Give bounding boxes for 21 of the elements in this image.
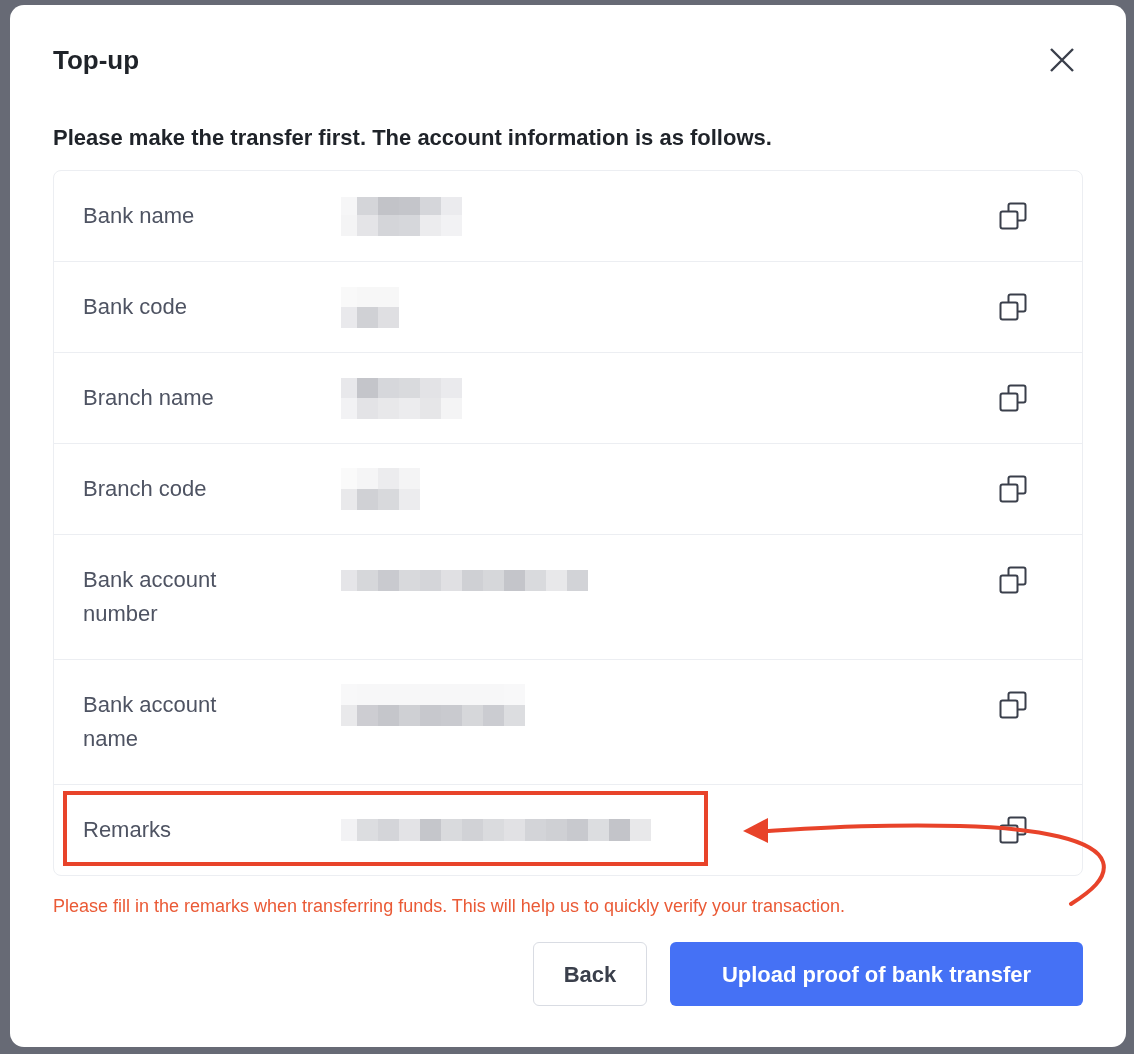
instruction-text: Please make the transfer first. The account information is as follows. bbox=[53, 124, 772, 152]
upload-button[interactable]: Upload proof of bank transfer bbox=[670, 942, 1083, 1006]
field-label: Bank name bbox=[83, 202, 195, 230]
field-label: Branch name bbox=[83, 384, 214, 412]
field-label: Branch code bbox=[83, 475, 207, 503]
dialog-title: Top-up bbox=[53, 44, 140, 77]
copy-icon[interactable] bbox=[999, 566, 1027, 594]
copy-icon[interactable] bbox=[999, 293, 1027, 321]
remarks-notice: Please fill in the remarks when transferring funds. This will help us to quickly verify your transaction. bbox=[53, 895, 845, 918]
back-button[interactable]: Back bbox=[533, 942, 647, 1006]
close-icon[interactable] bbox=[1050, 48, 1074, 72]
copy-icon[interactable] bbox=[999, 816, 1027, 844]
field-label: Remarks bbox=[83, 816, 171, 844]
copy-icon[interactable] bbox=[999, 384, 1027, 412]
copy-icon[interactable] bbox=[999, 475, 1027, 503]
pixelated-value bbox=[341, 286, 399, 328]
field-label: Bank account name bbox=[83, 691, 218, 753]
copy-icon[interactable] bbox=[999, 202, 1027, 230]
field-label: Bank account number bbox=[83, 566, 218, 628]
field-label: Bank code bbox=[83, 293, 187, 321]
copy-icon[interactable] bbox=[999, 691, 1027, 719]
